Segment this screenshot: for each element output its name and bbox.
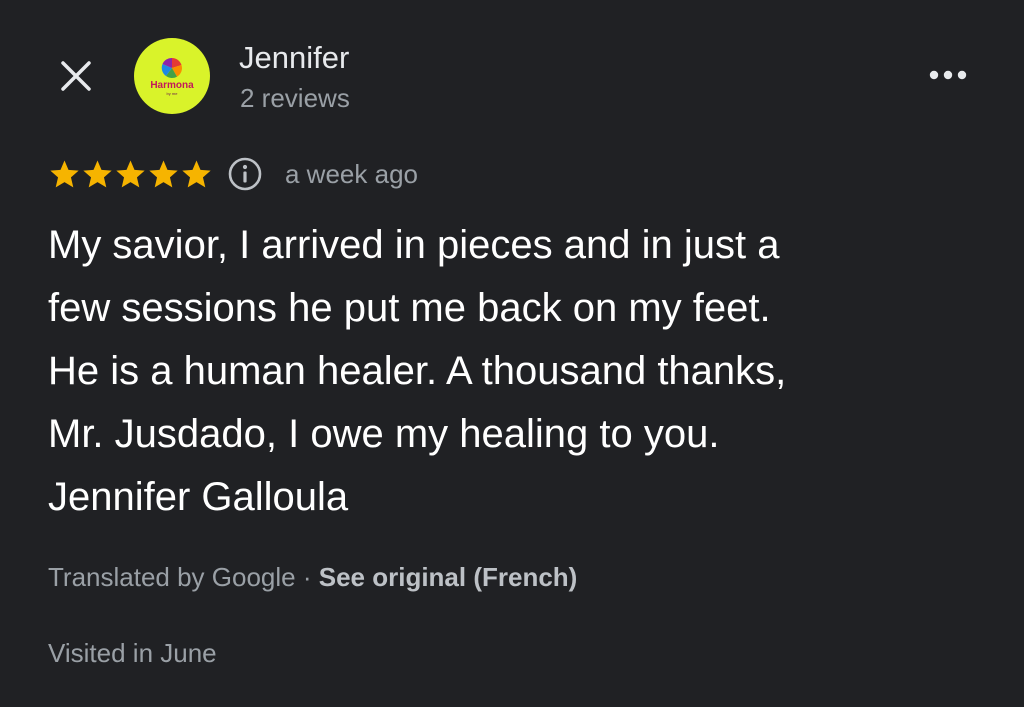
star-icon — [182, 159, 211, 187]
info-icon — [228, 157, 262, 191]
star-icon — [50, 159, 79, 187]
translation-info: Translated by Google · See original (Fre… — [48, 562, 577, 593]
avatar-brand-subtitle: by me — [166, 91, 178, 96]
see-original-link[interactable]: See original (French) — [319, 562, 578, 592]
translation-separator: · — [295, 562, 319, 592]
review-line: He is a human healer. A thousand thanks, — [48, 349, 787, 393]
review-line: few sessions he put me back on my feet. — [48, 286, 771, 330]
avatar[interactable]: Harmona by me — [134, 38, 210, 114]
translation-label: Translated by Google — [48, 562, 296, 592]
avatar-brand-name: Harmona — [150, 80, 194, 91]
review-text: My savior, I arrived in pieces and in ju… — [48, 214, 978, 529]
reviewer-review-count: 2 reviews — [240, 83, 350, 113]
more-options-button[interactable] — [922, 56, 974, 96]
review-date: a week ago — [285, 158, 418, 189]
more-horizontal-icon — [928, 67, 968, 85]
close-button[interactable] — [52, 54, 100, 102]
star-rating — [48, 158, 213, 191]
visited-label: Visited in June — [48, 638, 217, 668]
star-icon — [116, 159, 145, 187]
star-icon — [149, 159, 178, 187]
review-line: Jennifer Galloula — [48, 475, 349, 519]
close-icon — [59, 59, 93, 98]
rating-row: a week ago — [48, 154, 418, 194]
reviewer-name[interactable]: Jennifer — [239, 40, 349, 76]
star-icon — [83, 159, 112, 187]
review-line: My savior, I arrived in pieces and in ju… — [48, 223, 780, 267]
info-button[interactable] — [227, 156, 263, 192]
harmona-logo-icon — [161, 57, 182, 79]
review-line: Mr. Jusdado, I owe my healing to you. — [48, 412, 720, 456]
